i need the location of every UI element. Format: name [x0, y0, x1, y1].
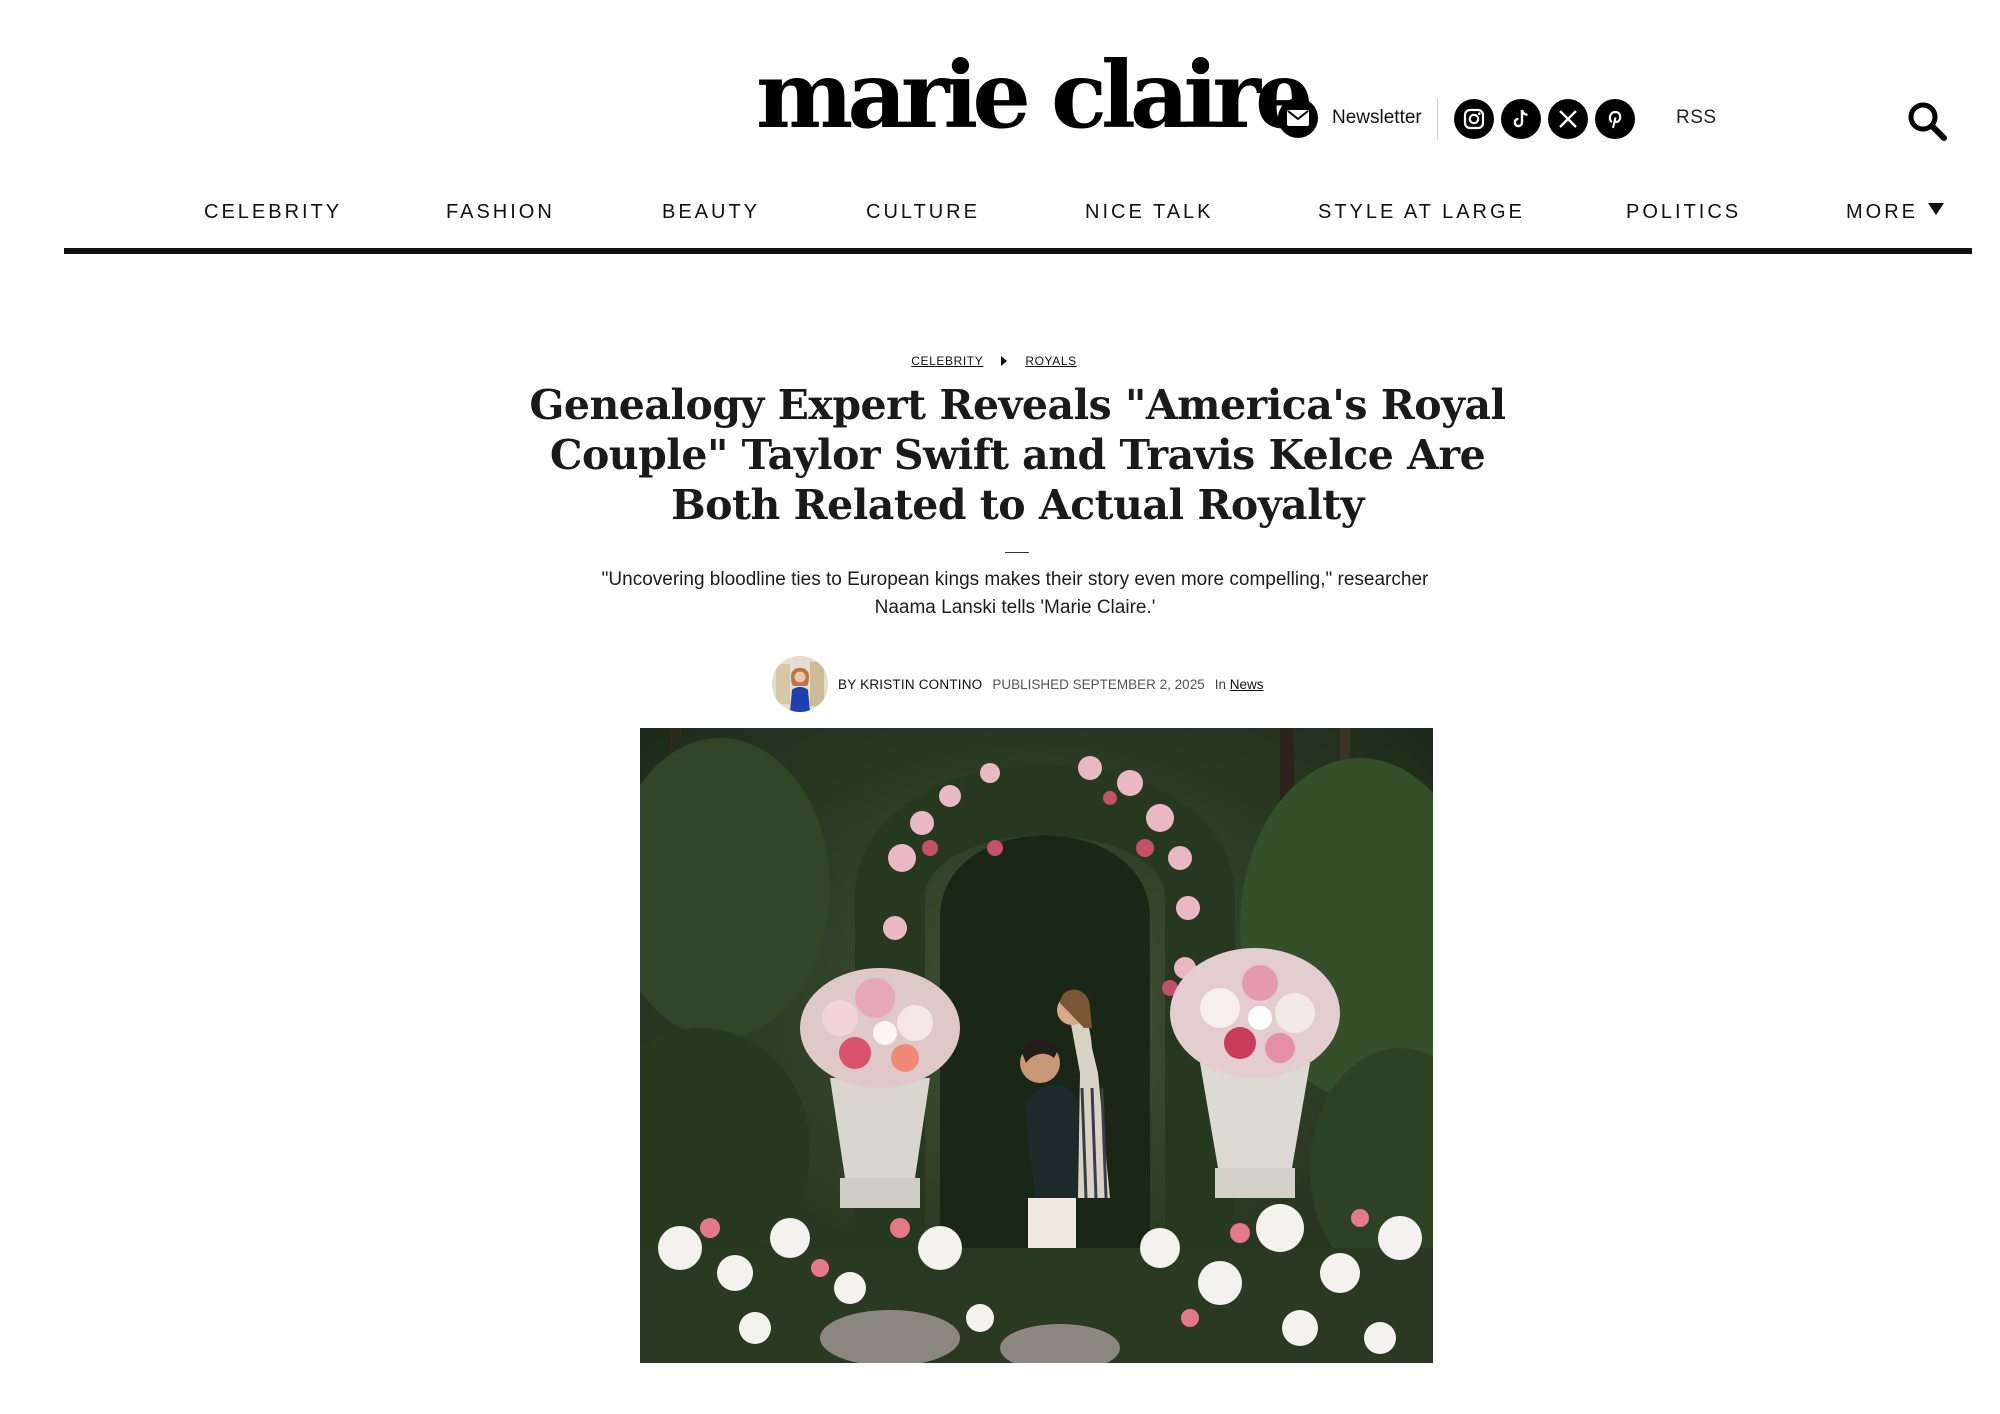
byline: BY KRISTIN CONTINO PUBLISHED SEPTEMBER 2… — [772, 656, 1264, 712]
section-link[interactable]: News — [1230, 677, 1264, 692]
site-logo[interactable]: marie claire — [756, 40, 1313, 150]
headline-divider — [1005, 552, 1029, 553]
author-name[interactable]: BY KRISTIN CONTINO — [838, 677, 982, 692]
x-icon[interactable] — [1548, 99, 1588, 139]
breadcrumb: CELEBRITY ROYALS — [0, 354, 2000, 368]
nav-item-culture[interactable]: CULTURE — [866, 201, 980, 224]
nav-item-celebrity[interactable]: CELEBRITY — [204, 201, 342, 224]
main-nav: CELEBRITY FASHION BEAUTY CULTURE NICE TA… — [64, 193, 1972, 241]
caret-down-icon — [1928, 203, 1944, 215]
newsletter-label: Newsletter — [1332, 107, 1422, 128]
social-links — [1454, 99, 1635, 139]
publish-date: PUBLISHED SEPTEMBER 2, 2025 — [992, 676, 1205, 692]
section-label: In News — [1215, 677, 1264, 692]
nav-item-style-at-large[interactable]: STYLE AT LARGE — [1318, 201, 1525, 224]
tiktok-icon[interactable] — [1501, 99, 1541, 139]
article-dek: "Uncovering bloodline ties to European k… — [601, 569, 1429, 618]
search-button[interactable] — [1906, 100, 1948, 142]
nav-item-more[interactable]: MORE — [1846, 201, 1944, 224]
pinterest-icon[interactable] — [1595, 99, 1635, 139]
hero-image — [640, 728, 1433, 1363]
more-label: MORE — [1846, 201, 1918, 223]
instagram-icon[interactable] — [1454, 99, 1494, 139]
nav-item-nice-talk[interactable]: NICE TALK — [1085, 201, 1214, 224]
in-label: In — [1214, 676, 1226, 692]
author-avatar[interactable] — [772, 656, 828, 712]
header-divider — [1437, 98, 1438, 140]
envelope-icon — [1278, 98, 1318, 138]
nav-item-fashion[interactable]: FASHION — [446, 201, 555, 224]
rss-link[interactable]: RSS — [1676, 107, 1717, 129]
chevron-right-icon — [1001, 356, 1008, 366]
nav-item-politics[interactable]: POLITICS — [1626, 201, 1741, 224]
article-headline: Genealogy Expert Reveals "America's Roya… — [529, 381, 1506, 529]
search-icon — [1908, 102, 1947, 141]
nav-underline — [64, 248, 1972, 254]
newsletter-link[interactable]: Newsletter — [1278, 97, 1422, 139]
breadcrumb-celebrity[interactable]: CELEBRITY — [911, 354, 983, 368]
nav-item-beauty[interactable]: BEAUTY — [662, 201, 760, 224]
breadcrumb-royals[interactable]: ROYALS — [1025, 354, 1076, 368]
